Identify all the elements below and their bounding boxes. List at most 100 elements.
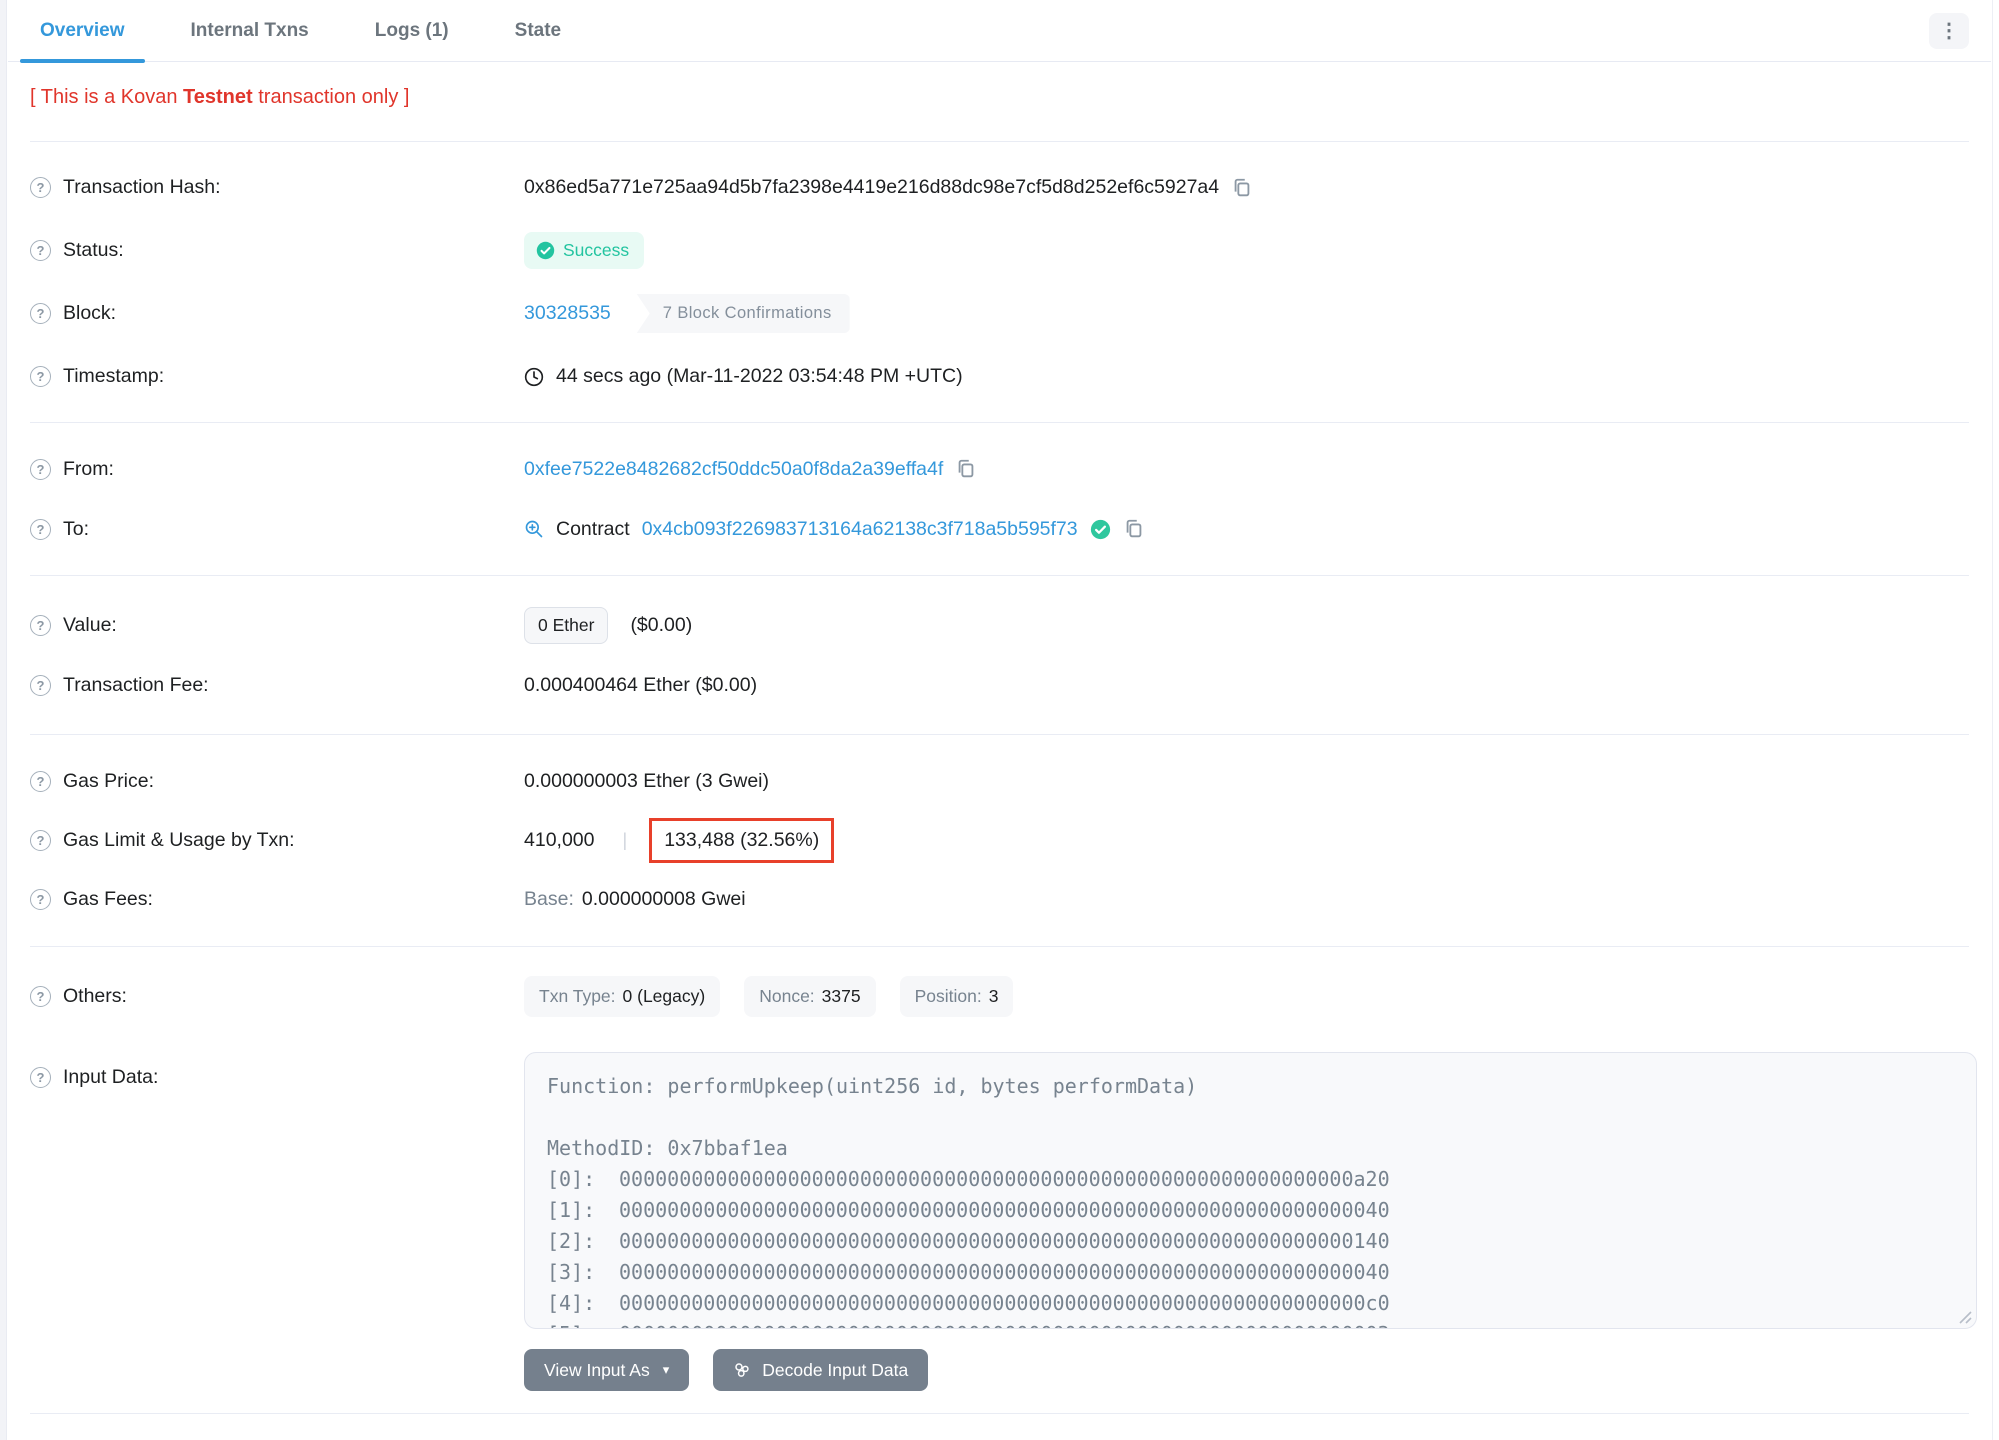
input-word-2: [2]: 000000000000000000000000000000000000… bbox=[547, 1229, 1390, 1253]
help-icon[interactable]: ? bbox=[30, 614, 51, 636]
section-others-input: ? Others: Txn Type: 0 (Legacy) Nonce: 33… bbox=[30, 947, 1977, 1414]
notice-section: [ This is a Kovan Testnet transaction on… bbox=[30, 62, 1969, 142]
tab-state[interactable]: State bbox=[495, 0, 581, 62]
verified-check-icon bbox=[1090, 519, 1110, 539]
block-label: Block: bbox=[63, 302, 117, 324]
transaction-details-card: Overview Internal Txns Logs (1) State ⋮ … bbox=[8, 0, 1991, 1414]
copy-to-address-button[interactable] bbox=[1123, 518, 1145, 540]
input-data-box[interactable]: Function: performUpkeep(uint256 id, byte… bbox=[524, 1052, 1977, 1329]
help-icon[interactable]: ? bbox=[30, 771, 51, 792]
position-name: Position: bbox=[914, 986, 982, 1006]
transaction-hash-value: 0x86ed5a771e725aa94d5b7fa2398e4419e216d8… bbox=[524, 176, 1220, 198]
row-input-data: ? Input Data: Function: performUpkeep(ui… bbox=[30, 1052, 1977, 1391]
help-icon[interactable]: ? bbox=[30, 518, 51, 540]
zoom-in-icon[interactable] bbox=[524, 519, 544, 539]
clock-icon bbox=[524, 367, 544, 386]
gas-limit-label: Gas Limit & Usage by Txn: bbox=[63, 829, 295, 851]
row-status: ? Status: Success bbox=[30, 219, 1969, 282]
base-fee-label: Base: bbox=[524, 888, 574, 910]
input-word-5: [5]:000000000000000000000000000000000000… bbox=[547, 1319, 1954, 1328]
input-function-line: Function: performUpkeep(uint256 id, byte… bbox=[547, 1074, 1198, 1098]
row-gas-limit-usage: ? Gas Limit & Usage by Txn: 410,000 | 13… bbox=[30, 811, 1969, 870]
from-label: From: bbox=[63, 457, 114, 480]
txn-type-badge: Txn Type: 0 (Legacy) bbox=[524, 976, 721, 1017]
timestamp-value: 44 secs ago (Mar-11-2022 03:54:48 PM +UT… bbox=[556, 365, 963, 387]
row-block: ? Block: 30328535 7 Block Confirmations bbox=[30, 282, 1969, 345]
section-value: ? Value: 0 Ether ($0.00) ? Transaction F… bbox=[30, 576, 1969, 735]
row-gas-fees: ? Gas Fees: Base: 0.000000008 Gwei bbox=[30, 870, 1969, 929]
value-label: Value: bbox=[63, 613, 117, 636]
transaction-fee-value: 0.000400464 Ether ($0.00) bbox=[524, 673, 758, 696]
notice-bold: Testnet bbox=[183, 86, 253, 108]
gas-price-label: Gas Price: bbox=[63, 770, 155, 792]
row-others: ? Others: Txn Type: 0 (Legacy) Nonce: 33… bbox=[30, 965, 1969, 1028]
nonce-value: 3375 bbox=[821, 986, 861, 1006]
row-transaction-hash: ? Transaction Hash: 0x86ed5a771e725aa94d… bbox=[30, 156, 1969, 219]
copy-icon bbox=[1126, 519, 1141, 538]
tab-overview[interactable]: Overview bbox=[20, 0, 145, 63]
kebab-icon: ⋮ bbox=[1939, 19, 1959, 42]
copy-icon bbox=[1234, 178, 1250, 196]
row-from: ? From: 0xfee7522e8482682cf50ddc50a0f8da… bbox=[30, 439, 1969, 499]
from-address-link[interactable]: 0xfee7522e8482682cf50ddc50a0f8da2a39effa… bbox=[524, 458, 943, 481]
decode-icon bbox=[735, 1363, 749, 1377]
to-label: To: bbox=[63, 517, 90, 540]
section-gas: ? Gas Price: 0.000000003 Ether (3 Gwei) … bbox=[30, 735, 1969, 947]
input-data-label: Input Data: bbox=[63, 1066, 159, 1088]
tab-internal-txns[interactable]: Internal Txns bbox=[171, 0, 329, 62]
gas-price-value: 0.000000003 Ether (3 Gwei) bbox=[524, 770, 769, 792]
txn-type-value: 0 (Legacy) bbox=[622, 986, 706, 1006]
help-icon[interactable]: ? bbox=[30, 240, 51, 261]
row-to: ? To: Contract 0x4cb093f226983713164a621… bbox=[30, 499, 1969, 559]
position-value: 3 bbox=[988, 986, 999, 1006]
status-label: Status: bbox=[63, 239, 124, 261]
gas-usage-value: 133,488 (32.56%) bbox=[664, 829, 820, 851]
tab-logs[interactable]: Logs (1) bbox=[355, 0, 469, 62]
help-icon[interactable]: ? bbox=[30, 830, 51, 851]
help-icon[interactable]: ? bbox=[30, 986, 51, 1007]
page-right-edge bbox=[1992, 0, 1993, 1440]
help-icon[interactable]: ? bbox=[30, 1067, 51, 1088]
copy-hash-button[interactable] bbox=[1231, 177, 1253, 199]
transaction-fee-label: Transaction Fee: bbox=[63, 673, 209, 696]
to-address-link[interactable]: 0x4cb093f226983713164a62138c3f718a5b595f… bbox=[642, 518, 1078, 541]
txn-type-name: Txn Type: bbox=[539, 986, 616, 1006]
input-word-3: [3]: 000000000000000000000000000000000000… bbox=[547, 1260, 1390, 1284]
timestamp-label: Timestamp: bbox=[63, 365, 165, 387]
gas-fees-label: Gas Fees: bbox=[63, 888, 153, 910]
help-icon[interactable]: ? bbox=[30, 889, 51, 910]
input-methodid-line: MethodID: 0x7bbaf1ea bbox=[547, 1136, 788, 1160]
block-number-link[interactable]: 30328535 bbox=[524, 302, 611, 325]
row-timestamp: ? Timestamp: 44 secs ago (Mar-11-2022 03… bbox=[30, 345, 1969, 408]
more-options-button[interactable]: ⋮ bbox=[1929, 12, 1969, 49]
input-data-actions: View Input As ▾ Decode Input Data bbox=[524, 1349, 1977, 1391]
help-icon[interactable]: ? bbox=[30, 458, 51, 480]
resize-grip-icon[interactable] bbox=[1959, 1311, 1972, 1324]
others-label: Others: bbox=[63, 985, 127, 1007]
status-badge: Success bbox=[524, 232, 645, 269]
copy-from-address-button[interactable] bbox=[955, 458, 977, 480]
nonce-badge: Nonce: 3375 bbox=[744, 976, 876, 1017]
notice-suffix: transaction only ] bbox=[252, 86, 410, 108]
decode-input-data-button[interactable]: Decode Input Data bbox=[713, 1349, 929, 1391]
help-icon[interactable]: ? bbox=[30, 177, 51, 198]
nonce-name: Nonce: bbox=[759, 986, 815, 1006]
contract-word: Contract bbox=[556, 517, 630, 540]
base-fee-value: 0.000000008 Gwei bbox=[581, 888, 746, 910]
view-input-as-button[interactable]: View Input As ▾ bbox=[524, 1349, 690, 1391]
row-gas-price: ? Gas Price: 0.000000003 Ether (3 Gwei) bbox=[30, 752, 1969, 811]
gas-limit-value: 410,000 bbox=[524, 829, 595, 851]
row-transaction-fee: ? Transaction Fee: 0.000400464 Ether ($0… bbox=[30, 655, 1969, 715]
overview-panel: [ This is a Kovan Testnet transaction on… bbox=[8, 62, 1991, 1414]
help-icon[interactable]: ? bbox=[30, 303, 51, 324]
gas-usage-highlight-box: 133,488 (32.56%) bbox=[649, 818, 835, 863]
notice-prefix: [ This is a Kovan bbox=[30, 86, 184, 108]
usd-value: ($0.00) bbox=[630, 613, 693, 636]
help-icon[interactable]: ? bbox=[30, 366, 51, 387]
row-value: ? Value: 0 Ether ($0.00) bbox=[30, 595, 1969, 655]
page-left-edge bbox=[0, 0, 7, 1440]
transaction-hash-label: Transaction Hash: bbox=[63, 176, 221, 198]
check-circle-icon bbox=[536, 241, 555, 260]
help-icon[interactable]: ? bbox=[30, 674, 51, 696]
testnet-notice: [ This is a Kovan Testnet transaction on… bbox=[30, 86, 1969, 109]
